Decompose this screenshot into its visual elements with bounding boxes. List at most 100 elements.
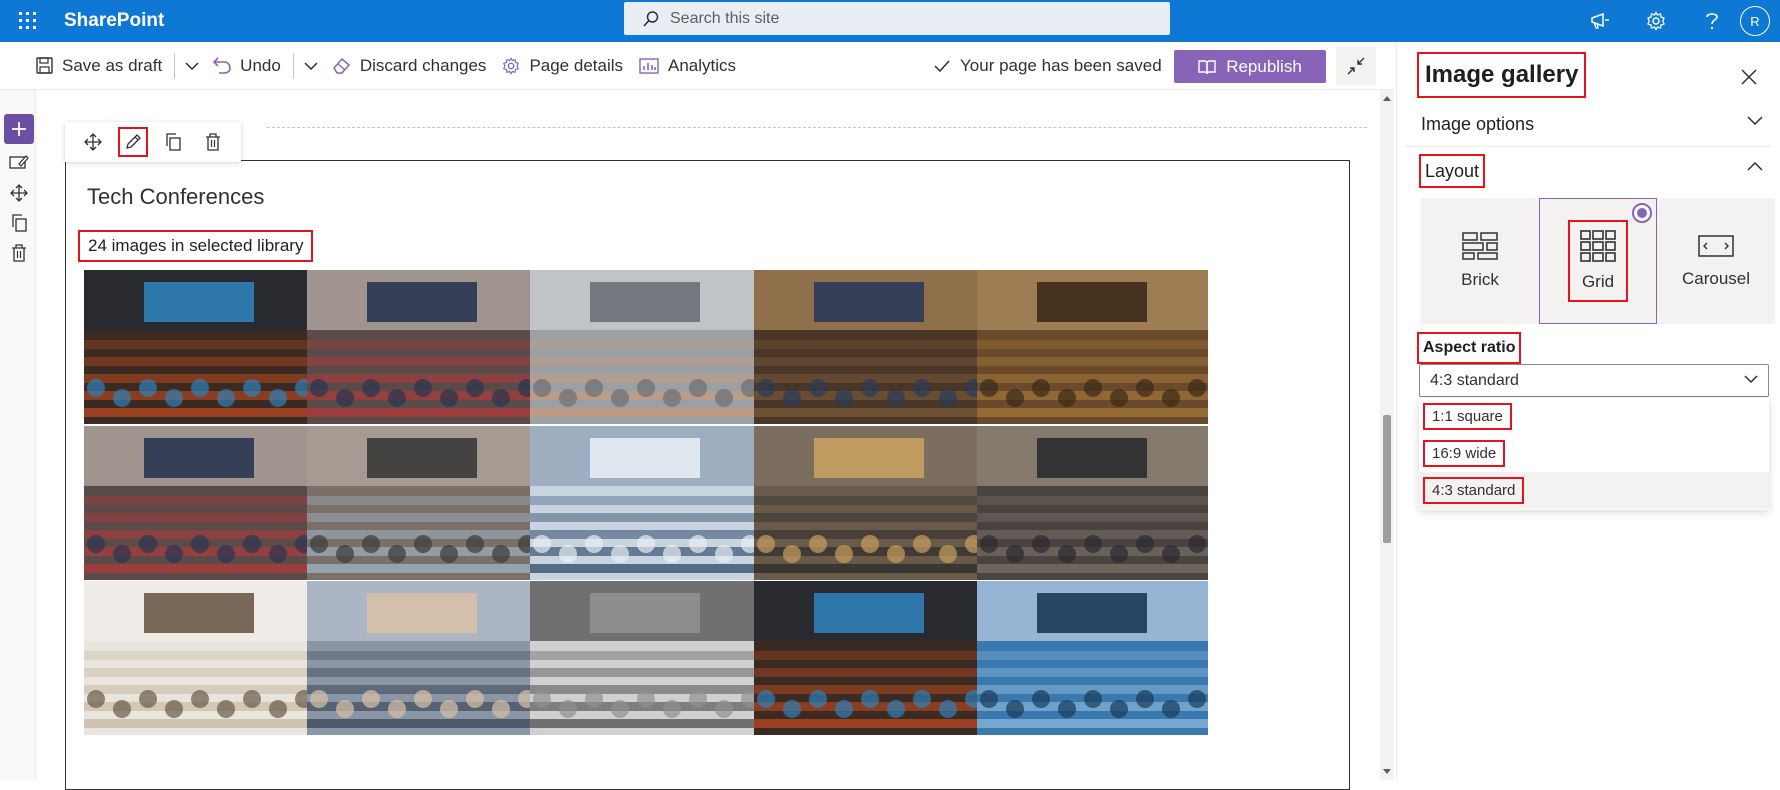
edit-webpart-pencil-icon[interactable] [118, 127, 148, 157]
scroll-up-arrow-icon[interactable] [1383, 96, 1391, 101]
edit-section-icon[interactable] [8, 152, 30, 174]
settings-gear-icon[interactable] [1628, 0, 1684, 42]
analytics-button[interactable]: Analytics [631, 42, 744, 90]
carousel-layout-icon [1698, 233, 1734, 259]
layout-options: Brick Grid Carousel [1421, 198, 1775, 324]
image-options-accordion[interactable]: Image options [1397, 102, 1780, 146]
app-name[interactable]: SharePoint [64, 10, 164, 32]
close-icon[interactable] [1738, 66, 1760, 88]
undo-label: Undo [240, 55, 281, 75]
analytics-chart-icon [639, 57, 659, 74]
book-icon [1198, 59, 1216, 75]
megaphone-icon[interactable] [1572, 0, 1628, 42]
undo-icon [213, 57, 231, 74]
separator [174, 52, 176, 79]
save-options-chevron-icon[interactable] [179, 42, 205, 90]
user-avatar[interactable]: R [1740, 6, 1770, 36]
gallery-image-glass-building-facade[interactable] [977, 581, 1208, 735]
gallery-image-seminar-room-presentation[interactable] [307, 426, 538, 580]
layout-option-brick[interactable]: Brick [1421, 198, 1539, 324]
save-status: Your page has been saved [934, 42, 1162, 90]
scroll-down-arrow-icon[interactable] [1383, 769, 1391, 774]
gallery-image-woman-presenting-meeting[interactable] [84, 581, 315, 735]
option-label: 1:1 square [1423, 403, 1512, 430]
delete-section-trash-icon[interactable] [8, 242, 30, 264]
collapse-arrows-icon [1347, 57, 1365, 75]
command-bar: Save as draft Undo Discard changes Page … [0, 42, 1394, 90]
chevron-up-icon [1747, 162, 1763, 171]
grid-option-highlight: Grid [1568, 220, 1628, 302]
grid-label: Grid [1581, 272, 1615, 291]
search-box[interactable]: Search this site [624, 2, 1170, 35]
chevron-down-icon [1747, 116, 1763, 125]
save-as-draft-button[interactable]: Save as draft [28, 42, 170, 90]
delete-webpart-trash-icon[interactable] [198, 127, 228, 157]
app-launcher-icon[interactable] [0, 0, 56, 42]
layout-option-grid[interactable]: Grid [1539, 198, 1657, 324]
layout-option-carousel[interactable]: Carousel [1657, 198, 1775, 324]
duplicate-section-icon[interactable] [8, 212, 30, 234]
option-standard[interactable]: 4:3 standard [1419, 472, 1769, 509]
aspect-ratio-label: Aspect ratio [1417, 332, 1522, 364]
pane-divider [1405, 146, 1771, 147]
page-details-label: Page details [529, 55, 624, 75]
discard-changes-button[interactable]: Discard changes [324, 42, 495, 90]
selected-radio-icon [1632, 203, 1652, 223]
move-webpart-icon[interactable] [78, 127, 108, 157]
image-count-label: 24 images in selected library [78, 230, 314, 262]
gallery-image-lecture-hall-audience[interactable] [307, 270, 538, 424]
option-wide[interactable]: 16:9 wide [1419, 435, 1769, 472]
help-icon[interactable] [1684, 0, 1740, 42]
move-section-icon[interactable] [8, 182, 30, 204]
layout-label: Layout [1419, 154, 1486, 188]
scrollbar-thumb[interactable] [1383, 415, 1391, 543]
gallery-image-lecture-hall-audience[interactable] [84, 426, 315, 580]
carousel-label: Carousel [1681, 269, 1751, 288]
gallery-image-conference-keynote-stage[interactable] [754, 581, 985, 735]
image-options-label: Image options [1421, 113, 1535, 134]
checkmark-icon [934, 60, 950, 72]
eraser-icon [332, 57, 351, 74]
brick-layout-icon [1462, 232, 1498, 260]
gallery-image-conference-keynote-stage[interactable] [84, 270, 315, 424]
republish-button[interactable]: Republish [1174, 50, 1326, 83]
gallery-image-black-white-auditorium[interactable] [530, 581, 761, 735]
collapse-pane-button[interactable] [1336, 47, 1376, 85]
canvas-scrollbar[interactable] [1380, 90, 1394, 780]
option-label: 4:3 standard [1423, 477, 1525, 504]
discard-changes-label: Discard changes [359, 55, 487, 75]
save-icon [36, 57, 53, 74]
analytics-label: Analytics [668, 55, 737, 75]
save-status-text: Your page has been saved [960, 56, 1162, 75]
page-canvas: Tech Conferences 24 images in selected l… [37, 90, 1380, 790]
aspect-ratio-options-list: 1:1 square 16:9 wide 4:3 standard [1419, 398, 1769, 510]
gallery-image-business-documents-hands[interactable] [530, 426, 761, 580]
section-divider [267, 127, 1367, 128]
undo-options-chevron-icon[interactable] [298, 42, 324, 90]
aspect-ratio-selected-value: 4:3 standard [1430, 371, 1519, 389]
aspect-ratio-dropdown[interactable]: 4:3 standard [1419, 364, 1769, 397]
page-details-button[interactable]: Page details [494, 42, 631, 90]
save-as-draft-label: Save as draft [62, 55, 163, 75]
gallery-image-team-hands-together[interactable] [530, 270, 761, 424]
gallery-image-auditorium-tiered-seating[interactable] [977, 270, 1208, 424]
gallery-image-roundtable-discussion[interactable] [754, 426, 985, 580]
suite-bar: SharePoint Search this site R [0, 0, 1780, 42]
grid-layout-icon [1580, 230, 1616, 262]
search-placeholder: Search this site [670, 9, 780, 27]
undo-button[interactable]: Undo [205, 42, 289, 90]
gallery-image-large-conference-hall[interactable] [754, 270, 985, 424]
republish-label: Republish [1226, 56, 1302, 76]
gallery-title[interactable]: Tech Conferences [87, 184, 264, 210]
gallery-image-conference-session-audience[interactable] [977, 426, 1208, 580]
property-pane: Image gallery Image options Layout Brick [1396, 42, 1780, 780]
brick-label: Brick [1461, 270, 1499, 289]
option-label: 16:9 wide [1423, 440, 1506, 467]
webpart-toolbar [65, 122, 241, 162]
option-square[interactable]: 1:1 square [1419, 398, 1769, 435]
add-section-plus-icon[interactable] [4, 114, 34, 144]
page-details-gear-icon [502, 56, 520, 75]
left-toolbox-rail [0, 90, 36, 780]
duplicate-webpart-icon[interactable] [158, 127, 188, 157]
gallery-image-business-handshake[interactable] [307, 581, 538, 735]
